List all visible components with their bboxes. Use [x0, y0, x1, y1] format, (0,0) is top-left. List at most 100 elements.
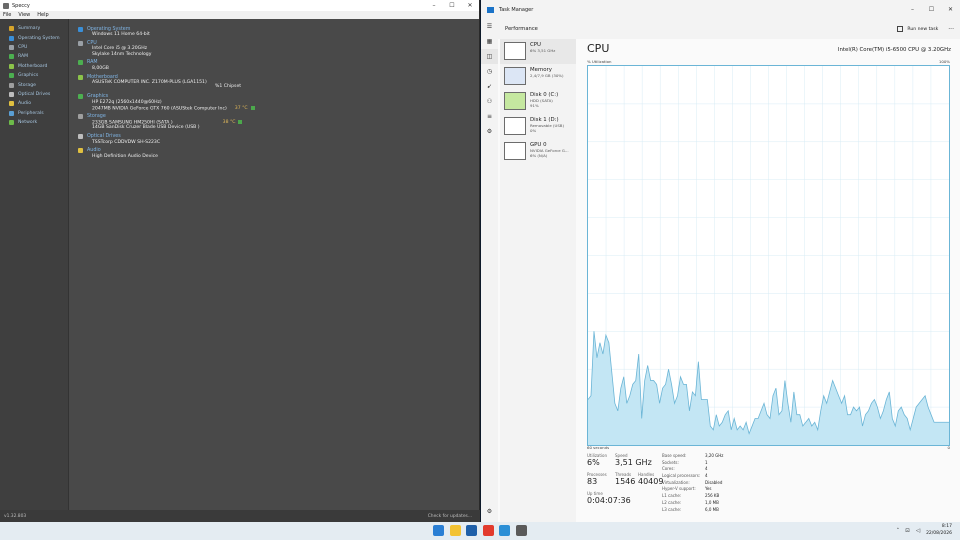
- os-line: Windows 11 Home 64-bit: [92, 32, 150, 37]
- clock-date: 22/08/2026: [926, 530, 952, 536]
- menu-view[interactable]: View: [18, 12, 30, 18]
- hamburger-menu-icon[interactable]: ☰: [481, 19, 498, 34]
- check-updates-link[interactable]: Check for updates...: [428, 514, 472, 519]
- detail-row: L3 cache: 6,0 MB: [662, 507, 723, 514]
- volume-icon[interactable]: ◁: [916, 528, 920, 534]
- device-item-gpu-0[interactable]: GPU 0 NVIDIA GeForce G... 6% (N/A): [500, 139, 576, 164]
- device-text: Memory 2,4/7,9 GB (30%): [530, 67, 564, 79]
- services-icon[interactable]: ⚙: [481, 124, 498, 139]
- page-title: Performance: [505, 26, 538, 32]
- detail-row: Hyper-V support: Yes: [662, 486, 723, 493]
- speccy-title: Speccy: [12, 2, 30, 9]
- section-title: Audio: [87, 148, 101, 154]
- section-ram: RAM 8,00GB: [78, 60, 479, 72]
- graphics-icon: [78, 94, 83, 100]
- nav-item-peripherals[interactable]: Peripherals: [0, 109, 68, 118]
- network-icon: [9, 120, 14, 126]
- graphics-line: 2047MB NVIDIA GeForce GTX 760 (ASUStek C…: [78, 105, 479, 112]
- device-thumbnail: [504, 92, 526, 110]
- stat-value: 3,51 GHz: [615, 458, 652, 467]
- cpu-icon: [9, 44, 14, 50]
- nav-item-ram[interactable]: RAM: [0, 52, 68, 61]
- nav-item-label: Optical Drives: [18, 91, 51, 97]
- details-icon[interactable]: ≡: [481, 109, 498, 124]
- speccy-app-icon: [3, 2, 9, 9]
- detail-key: L2 cache:: [662, 499, 682, 505]
- nav-item-label: Motherboard: [18, 63, 48, 69]
- taskbar-apps: [433, 525, 532, 536]
- menu-help[interactable]: Help: [37, 12, 48, 18]
- detail-row: L2 cache: 1,0 MB: [662, 500, 723, 507]
- file-explorer-icon[interactable]: [449, 525, 461, 536]
- device-text: GPU 0 NVIDIA GeForce G... 6% (N/A): [530, 142, 569, 158]
- network-icon[interactable]: ⊡: [905, 528, 910, 534]
- nav-item-optical-drives[interactable]: Optical Drives: [0, 90, 68, 99]
- device-text: CPU 6% 3,51 GHz: [530, 42, 555, 54]
- nav-item-label: Network: [18, 120, 38, 126]
- speccy-menubar: File View Help: [0, 11, 479, 19]
- optical-drives-icon: [9, 91, 14, 97]
- more-options-icon[interactable]: ···: [948, 26, 954, 33]
- section-title: CPU: [87, 40, 97, 46]
- detail-value: Disabled: [705, 479, 723, 485]
- nav-item-motherboard[interactable]: Motherboard: [0, 62, 68, 71]
- nav-item-label: CPU: [18, 44, 28, 50]
- startup-apps-icon[interactable]: ➹: [481, 79, 498, 94]
- minimize-icon[interactable]: –: [425, 2, 443, 9]
- close-icon[interactable]: ✕: [941, 6, 960, 13]
- disk-temperature: 38 °C: [222, 120, 236, 126]
- speccy-titlebar: Speccy – ☐ ✕: [0, 0, 479, 11]
- processes-icon[interactable]: ▦: [481, 34, 498, 49]
- nav-item-network[interactable]: Network: [0, 118, 68, 127]
- cpu-heading: CPU: [587, 42, 610, 55]
- detail-key: Virtualization:: [662, 479, 690, 485]
- device-sub: 2,4/7,9 GB (30%): [530, 73, 564, 78]
- nav-item-cpu[interactable]: CPU: [0, 43, 68, 52]
- nav-item-summary[interactable]: Summary: [0, 24, 68, 33]
- performance-icon[interactable]: ◫: [481, 49, 498, 64]
- graphics-icon: [9, 73, 14, 79]
- time-axis-label: 60 seconds: [587, 445, 610, 450]
- temperature-icon: [238, 119, 243, 124]
- nav-item-operating-system[interactable]: Operating System: [0, 33, 68, 42]
- device-sub2: 91%: [530, 102, 539, 108]
- device-item-memory[interactable]: Memory 2,4/7,9 GB (30%): [500, 64, 576, 89]
- close-icon[interactable]: ✕: [461, 2, 479, 9]
- store-icon[interactable]: [466, 525, 477, 536]
- storage-icon: [9, 82, 14, 88]
- task-manager-icon: [487, 6, 494, 13]
- start-icon[interactable]: [433, 525, 444, 536]
- chipset-label: %1 Chipset: [215, 84, 242, 90]
- speccy-icon[interactable]: [515, 525, 527, 536]
- nav-item-graphics[interactable]: Graphics: [0, 71, 68, 80]
- clock[interactable]: 8:17 22/08/2026: [926, 524, 952, 537]
- stat-handles: Handles 40409: [638, 472, 663, 486]
- users-icon[interactable]: ⚇: [481, 94, 498, 109]
- device-item-cpu[interactable]: CPU 6% 3,51 GHz: [500, 39, 576, 64]
- detail-value: 6,0 MB: [705, 506, 719, 512]
- detail-row: Cores: 4: [662, 466, 723, 473]
- stat-utilization: Utilization 6%: [587, 453, 607, 467]
- maximize-icon[interactable]: ☐: [922, 6, 941, 13]
- detail-key: Sockets:: [662, 459, 679, 465]
- section-title: Operating System: [87, 26, 131, 32]
- chevron-up-icon[interactable]: ˄: [896, 528, 899, 534]
- section-storage: Storage 233GB SAMSUNG HM250HI (SATA ) 38 …: [78, 114, 479, 131]
- nav-item-audio[interactable]: Audio: [0, 99, 68, 108]
- app-red-icon[interactable]: [482, 525, 494, 536]
- nav-item-label: Audio: [18, 101, 32, 107]
- device-item-disk-0-c[interactable]: Disk 0 (C:) HDD (SATA) 91%: [500, 89, 576, 114]
- section-title: Storage: [87, 114, 106, 120]
- nav-item-storage[interactable]: Storage: [0, 80, 68, 89]
- app-history-icon[interactable]: ◷: [481, 64, 498, 79]
- settings-gear-icon[interactable]: ⚙: [481, 504, 498, 519]
- speccy-statusbar: v1.32.803 Check for updates...: [0, 510, 480, 522]
- device-list: CPU 6% 3,51 GHz Memory 2,4/7,9 GB (30%) Disk…: [500, 39, 576, 522]
- menu-file[interactable]: File: [3, 12, 11, 18]
- run-new-task-button[interactable]: Run new task: [897, 26, 938, 32]
- maximize-icon[interactable]: ☐: [443, 2, 461, 9]
- minimize-icon[interactable]: –: [903, 6, 922, 13]
- task-manager-icon[interactable]: [499, 525, 510, 536]
- device-item-disk-1-d[interactable]: Disk 1 (D:) Removable (USB) 0%: [500, 114, 576, 139]
- version-label: v1.32.803: [4, 513, 27, 519]
